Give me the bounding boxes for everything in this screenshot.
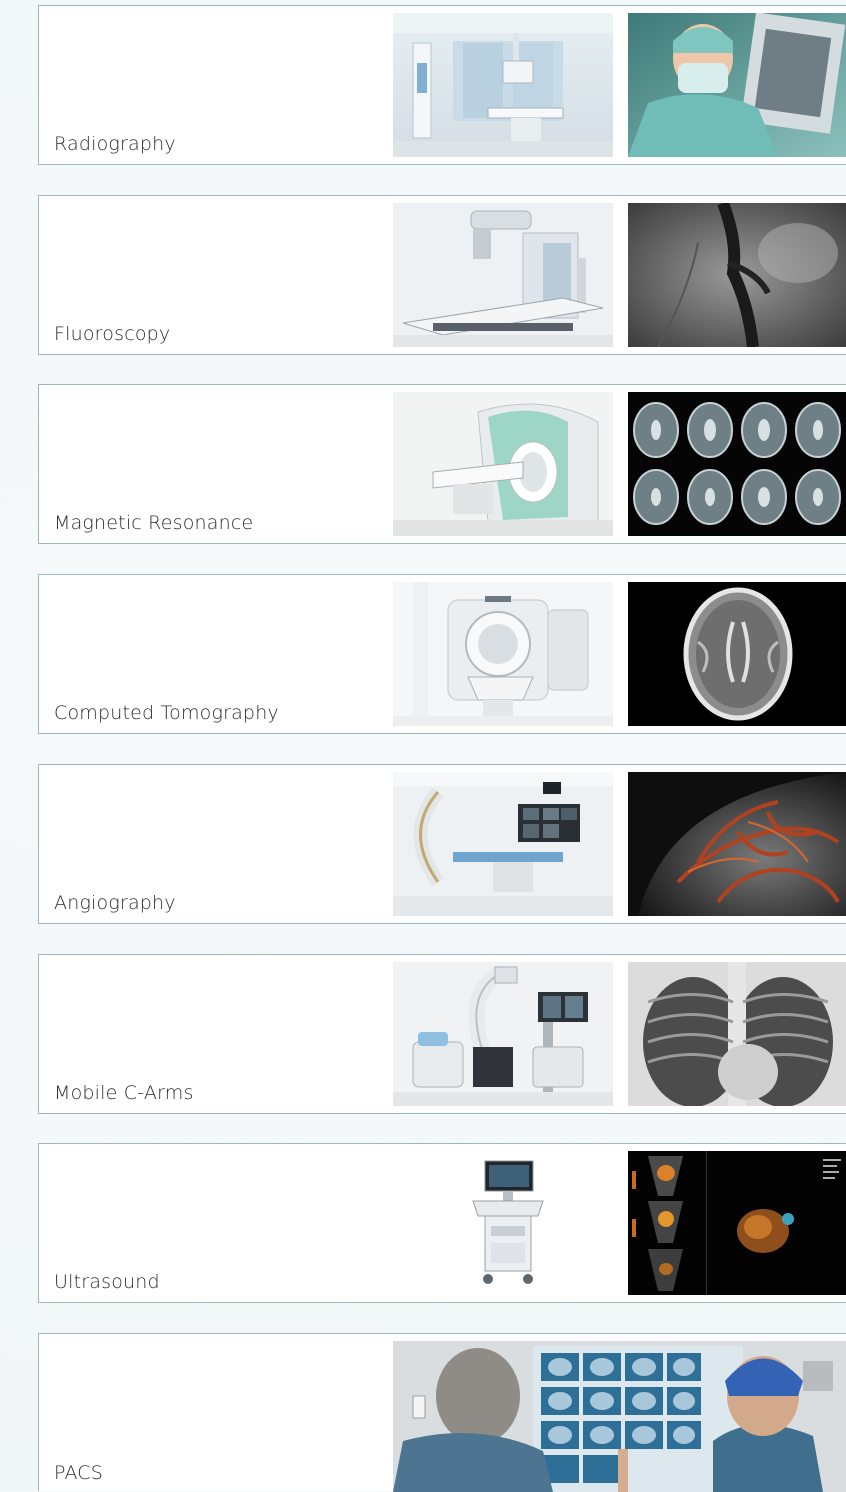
fluoroscopy-scan-icon <box>628 203 846 347</box>
angiography-system-icon <box>393 772 613 916</box>
modality-page: Radiography Fluoroscopy Magnetic Resonan… <box>0 0 846 1492</box>
xray-room-icon <box>393 13 613 157</box>
modality-row-magnetic-resonance[interactable]: Magnetic Resonance <box>38 384 846 544</box>
ultrasound-cart-icon <box>393 1151 613 1295</box>
mobile-c-arm-icon <box>393 962 613 1106</box>
fluoroscopy-system-icon <box>393 203 613 347</box>
modality-label: Magnetic Resonance <box>54 512 254 534</box>
modality-row-ultrasound[interactable]: Ultrasound <box>38 1143 846 1303</box>
angiography-vessels-icon <box>628 772 846 916</box>
doctor-xray-film-icon <box>628 13 846 157</box>
modality-label: PACS <box>54 1462 104 1484</box>
modality-label: Ultrasound <box>54 1271 160 1293</box>
modality-label: Mobile C-Arms <box>54 1082 194 1104</box>
modality-row-radiography[interactable]: Radiography <box>38 5 846 165</box>
modality-row-angiography[interactable]: Angiography <box>38 764 846 924</box>
ultrasound-screen-icon <box>628 1151 846 1295</box>
pacs-reading-room-icon <box>393 1341 846 1492</box>
mri-brain-slices-icon <box>628 392 846 536</box>
ct-scanner-icon <box>393 582 613 726</box>
modality-row-fluoroscopy[interactable]: Fluoroscopy <box>38 195 846 355</box>
ct-brain-scan-icon <box>628 582 846 726</box>
modality-row-pacs[interactable]: PACS <box>38 1333 846 1492</box>
modality-row-mobile-c-arms[interactable]: Mobile C-Arms <box>38 954 846 1114</box>
mri-scanner-icon <box>393 392 613 536</box>
modality-row-computed-tomography[interactable]: Computed Tomography <box>38 574 846 734</box>
modality-label: Radiography <box>54 133 176 155</box>
chest-xray-icon <box>628 962 846 1106</box>
modality-label: Fluoroscopy <box>54 323 171 345</box>
modality-label: Computed Tomography <box>54 702 279 724</box>
modality-label: Angiography <box>54 892 176 914</box>
